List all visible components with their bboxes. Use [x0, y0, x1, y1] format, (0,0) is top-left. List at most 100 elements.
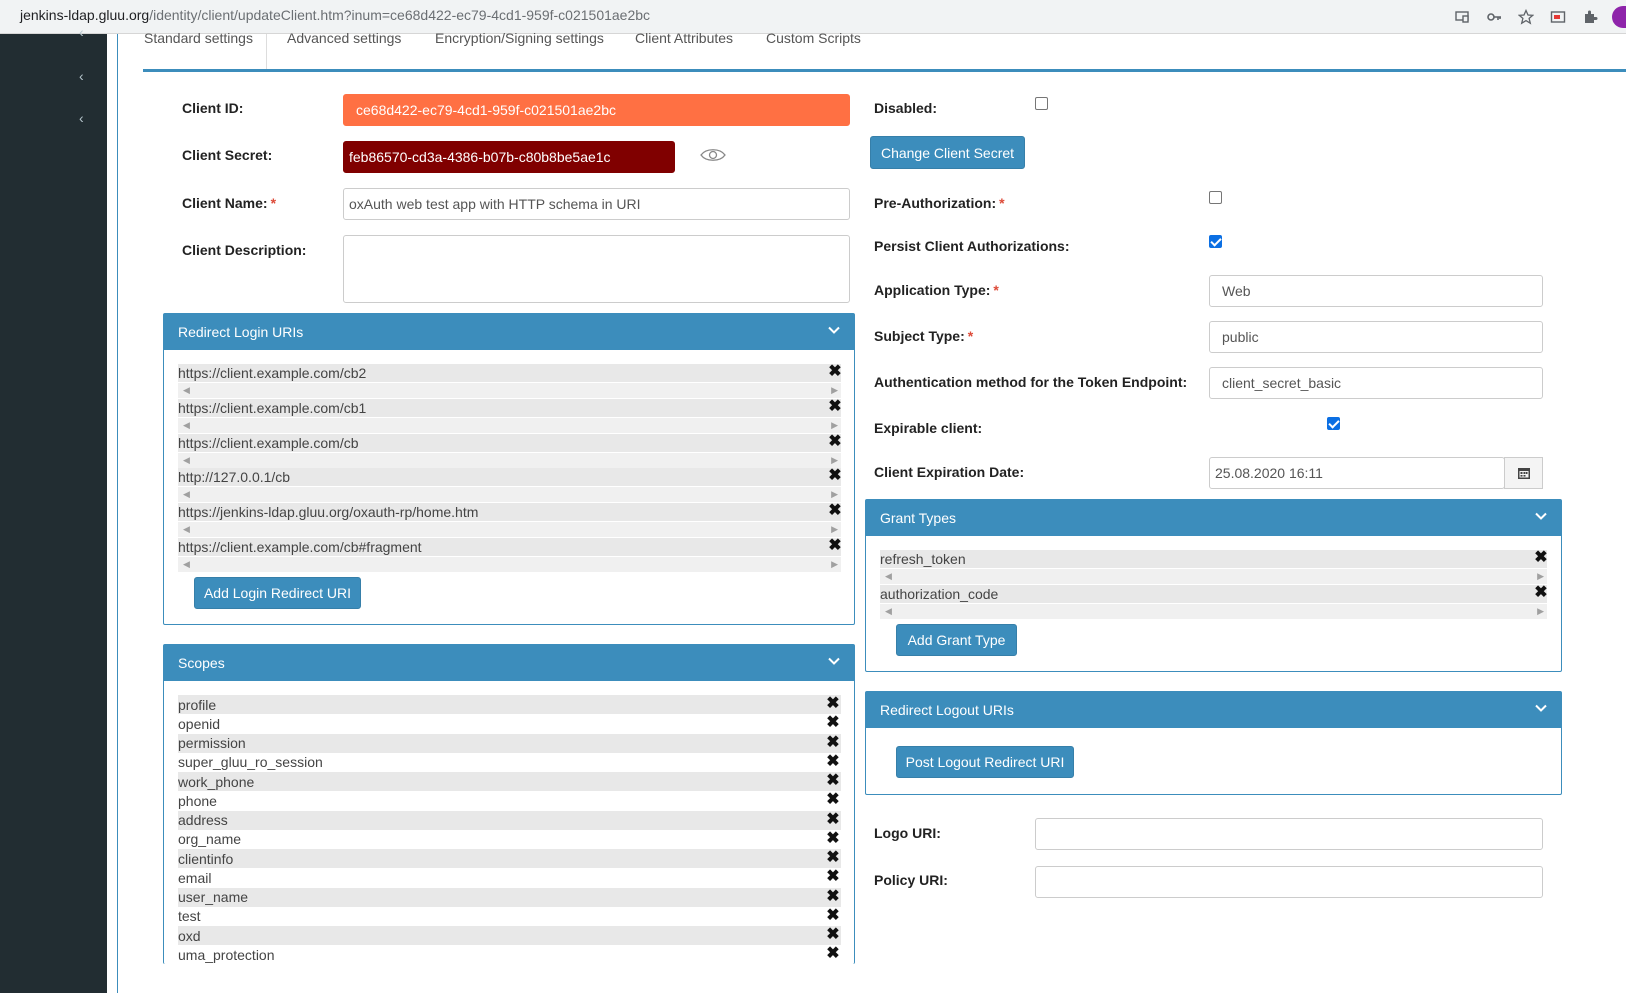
tab-client-attributes[interactable]: Client Attributes: [635, 30, 733, 46]
remove-scope-icon[interactable]: ✖: [826, 792, 840, 808]
scroll-left-icon[interactable]: ◀: [183, 524, 190, 535]
chevron-down-icon[interactable]: [1535, 510, 1547, 522]
remove-scope-icon[interactable]: ✖: [826, 830, 840, 846]
chevron-left-icon[interactable]: ‹: [79, 24, 84, 40]
scope-name: phone: [178, 792, 217, 809]
grant-types-header[interactable]: Grant Types: [866, 500, 1561, 536]
login-uri-value[interactable]: https://client.example.com/cb2: [178, 364, 841, 382]
horizontal-scrollbar[interactable]: ◀ ▶: [178, 383, 841, 398]
scroll-left-icon[interactable]: ◀: [885, 571, 892, 582]
chevron-down-icon[interactable]: [1535, 702, 1547, 714]
scroll-right-icon[interactable]: ▶: [831, 385, 838, 396]
pre-authorization-checkbox[interactable]: [1209, 191, 1222, 204]
logo-uri-input[interactable]: [1035, 818, 1543, 850]
redirect-logout-uris-header[interactable]: Redirect Logout URIs: [866, 692, 1561, 728]
chevron-left-icon[interactable]: ‹: [79, 68, 84, 84]
chevron-down-icon[interactable]: [828, 324, 840, 336]
horizontal-scrollbar[interactable]: ◀ ▶: [178, 522, 841, 538]
persist-authorizations-checkbox[interactable]: [1209, 235, 1222, 248]
scroll-right-icon[interactable]: ▶: [831, 455, 838, 466]
client-name-field[interactable]: oxAuth web test app with HTTP schema in …: [343, 188, 850, 220]
remove-icon[interactable]: ✖: [828, 433, 842, 449]
remove-icon[interactable]: ✖: [828, 503, 842, 519]
tab-standard-settings[interactable]: Standard settings: [144, 30, 253, 46]
scroll-right-icon[interactable]: ▶: [1537, 606, 1544, 617]
horizontal-scrollbar[interactable]: ◀ ▶: [880, 569, 1547, 584]
url-text[interactable]: jenkins-ldap.gluu.org/identity/client/up…: [20, 7, 650, 23]
remove-scope-icon[interactable]: ✖: [826, 753, 840, 769]
login-uri-value[interactable]: https://client.example.com/cb#fragment: [178, 538, 841, 556]
calendar-button[interactable]: [1504, 457, 1543, 489]
star-icon[interactable]: [1510, 0, 1542, 34]
profile-avatar[interactable]: [1612, 6, 1626, 28]
required-marker: *: [270, 195, 277, 211]
remove-icon[interactable]: ✖: [828, 538, 842, 554]
policy-uri-input[interactable]: [1035, 866, 1543, 898]
remove-scope-icon[interactable]: ✖: [826, 715, 840, 731]
screen-capture-icon[interactable]: [1542, 0, 1574, 34]
remove-scope-icon[interactable]: ✖: [826, 811, 840, 827]
cast-icon[interactable]: [1446, 0, 1478, 34]
grant-type-value[interactable]: refresh_token: [880, 550, 1547, 568]
scopes-header[interactable]: Scopes: [164, 645, 854, 681]
remove-icon[interactable]: ✖: [1534, 585, 1548, 601]
remove-scope-icon[interactable]: ✖: [826, 773, 840, 789]
horizontal-scrollbar[interactable]: ◀ ▶: [880, 604, 1547, 619]
remove-scope-icon[interactable]: ✖: [826, 850, 840, 866]
disabled-checkbox[interactable]: [1035, 97, 1048, 110]
login-uri-value[interactable]: https://client.example.com/cb1: [178, 398, 841, 417]
scroll-right-icon[interactable]: ▶: [831, 420, 838, 431]
scroll-left-icon[interactable]: ◀: [183, 455, 190, 466]
expirable-client-checkbox[interactable]: [1327, 417, 1340, 430]
client-description-textarea[interactable]: [343, 235, 850, 303]
post-logout-redirect-uri-button[interactable]: Post Logout Redirect URI: [896, 746, 1074, 778]
expiration-date-input[interactable]: 25.08.2020 16:11: [1209, 457, 1505, 489]
client-id-field[interactable]: ce68d422-ec79-4cd1-959f-c021501ae2bc: [343, 94, 850, 126]
scroll-right-icon[interactable]: ▶: [831, 524, 838, 535]
scroll-right-icon[interactable]: ▶: [831, 559, 838, 570]
eye-icon[interactable]: [700, 146, 726, 164]
remove-scope-icon[interactable]: ✖: [826, 888, 840, 904]
scope-item: profile ✖: [178, 695, 841, 714]
horizontal-scrollbar[interactable]: ◀ ▶: [178, 417, 841, 433]
login-uri-value[interactable]: https://jenkins-ldap.gluu.org/oxauth-rp/…: [178, 503, 841, 522]
scroll-right-icon[interactable]: ▶: [831, 489, 838, 500]
auth-method-select[interactable]: client_secret_basic: [1209, 367, 1543, 399]
scroll-right-icon[interactable]: ▶: [1537, 571, 1544, 582]
login-uri-value[interactable]: https://client.example.com/cb: [178, 433, 841, 452]
add-login-redirect-uri-button[interactable]: Add Login Redirect URI: [194, 577, 361, 609]
scroll-left-icon[interactable]: ◀: [183, 559, 190, 570]
change-client-secret-button[interactable]: Change Client Secret: [870, 136, 1025, 169]
remove-scope-icon[interactable]: ✖: [826, 734, 840, 750]
scroll-left-icon[interactable]: ◀: [885, 606, 892, 617]
remove-icon[interactable]: ✖: [1534, 550, 1548, 566]
remove-scope-icon[interactable]: ✖: [826, 946, 840, 962]
grant-type-value[interactable]: authorization_code: [880, 585, 1547, 603]
remove-icon[interactable]: ✖: [828, 364, 842, 380]
tab-advanced-settings[interactable]: Advanced settings: [287, 30, 401, 46]
tab-custom-scripts[interactable]: Custom Scripts: [766, 30, 861, 46]
horizontal-scrollbar[interactable]: ◀ ▶: [178, 557, 841, 572]
subject-type-select[interactable]: public: [1209, 321, 1543, 353]
remove-scope-icon[interactable]: ✖: [826, 869, 840, 885]
remove-scope-icon[interactable]: ✖: [826, 696, 840, 712]
scroll-left-icon[interactable]: ◀: [183, 489, 190, 500]
chevron-left-icon[interactable]: ‹: [79, 110, 84, 126]
chevron-down-icon[interactable]: [828, 655, 840, 667]
key-icon[interactable]: [1478, 0, 1510, 34]
scroll-left-icon[interactable]: ◀: [183, 385, 190, 396]
scroll-left-icon[interactable]: ◀: [183, 420, 190, 431]
remove-icon[interactable]: ✖: [828, 398, 842, 414]
redirect-login-uris-header[interactable]: Redirect Login URIs: [164, 314, 854, 350]
login-uri-value[interactable]: http://127.0.0.1/cb: [178, 468, 841, 487]
remove-icon[interactable]: ✖: [828, 468, 842, 484]
tab-encryption-signing-settings[interactable]: Encryption/Signing settings: [435, 30, 604, 46]
horizontal-scrollbar[interactable]: ◀ ▶: [178, 487, 841, 503]
horizontal-scrollbar[interactable]: ◀ ▶: [178, 452, 841, 468]
application-type-select[interactable]: Web: [1209, 275, 1543, 307]
remove-scope-icon[interactable]: ✖: [826, 907, 840, 923]
remove-scope-icon[interactable]: ✖: [826, 927, 840, 943]
client-secret-field[interactable]: feb86570-cd3a-4386-b07b-c80b8be5ae1c: [343, 141, 675, 173]
extensions-icon[interactable]: [1574, 0, 1606, 34]
add-grant-type-button[interactable]: Add Grant Type: [896, 624, 1017, 656]
